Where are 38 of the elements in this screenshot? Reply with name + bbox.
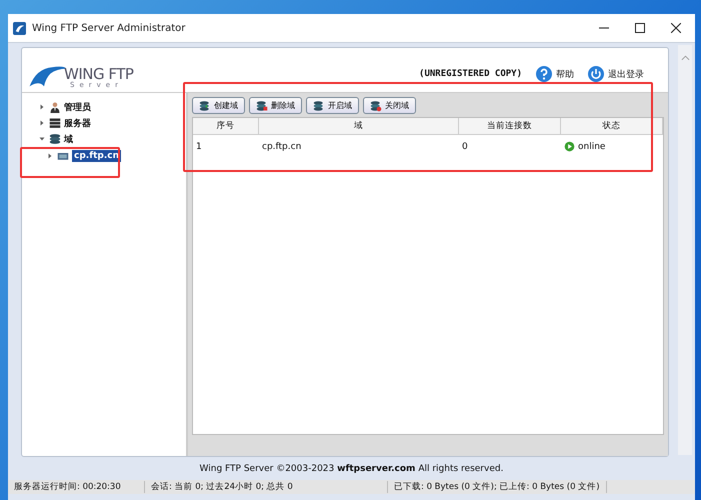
- tree-item[interactable]: cp.ftp.cn: [72, 150, 122, 162]
- server-icon: [49, 117, 61, 129]
- maximize-icon[interactable]: [635, 23, 645, 33]
- status-text: 服务器运行时间: 00:20:30: [8, 481, 145, 493]
- column-header[interactable]: 序号: [193, 118, 259, 135]
- toolbar-button[interactable]: 关闭域: [363, 97, 416, 114]
- column-header[interactable]: 域: [259, 118, 459, 135]
- help-link[interactable]: 帮助: [556, 68, 574, 80]
- status-text: 已下载: 0 Bytes (0 文件); 已上传: 0 Bytes (0 文件): [388, 481, 607, 493]
- table-cell-text: 0: [461, 140, 469, 154]
- help-icon: [536, 66, 552, 82]
- column-header[interactable]: 当前连接数: [459, 118, 561, 135]
- table-cell-text: 1: [195, 140, 203, 154]
- power-icon: [588, 66, 604, 82]
- toolbar-button[interactable]: 删除域: [249, 97, 302, 114]
- database-icon: [49, 133, 61, 145]
- database-icon: [199, 100, 211, 112]
- window-title: Wing FTP Server Administrator: [32, 22, 186, 34]
- database-icon: [313, 100, 325, 112]
- tree-item[interactable]: 域: [64, 132, 73, 146]
- tree-item[interactable]: 管理员: [64, 100, 91, 114]
- column-header[interactable]: 状态: [561, 118, 663, 135]
- database-icon: [370, 100, 382, 112]
- database-icon: [256, 100, 268, 112]
- app-icon: [13, 22, 26, 34]
- person-icon: [49, 101, 61, 113]
- tree-item[interactable]: 服务器: [64, 116, 91, 130]
- copyright-text: Wing FTP Server ©2003-2023 wftpserver.com All rights reserved.: [198, 463, 504, 476]
- status-text: 会话: 当前 0; 过去24小时 0; 总共 0: [145, 481, 388, 493]
- toolbar-button[interactable]: 创建域: [192, 97, 245, 114]
- table-cell: online: [578, 142, 606, 152]
- close-icon[interactable]: [671, 23, 681, 33]
- table-cell-text: cp.ftp.cn: [261, 140, 302, 154]
- unregistered-notice: (UNREGISTERED COPY): [419, 69, 522, 79]
- monitor-icon: [57, 150, 69, 162]
- logout-link[interactable]: 退出登录: [608, 68, 644, 80]
- scroll-bar[interactable]: [678, 45, 692, 455]
- toolbar-button[interactable]: 开启域: [306, 97, 359, 114]
